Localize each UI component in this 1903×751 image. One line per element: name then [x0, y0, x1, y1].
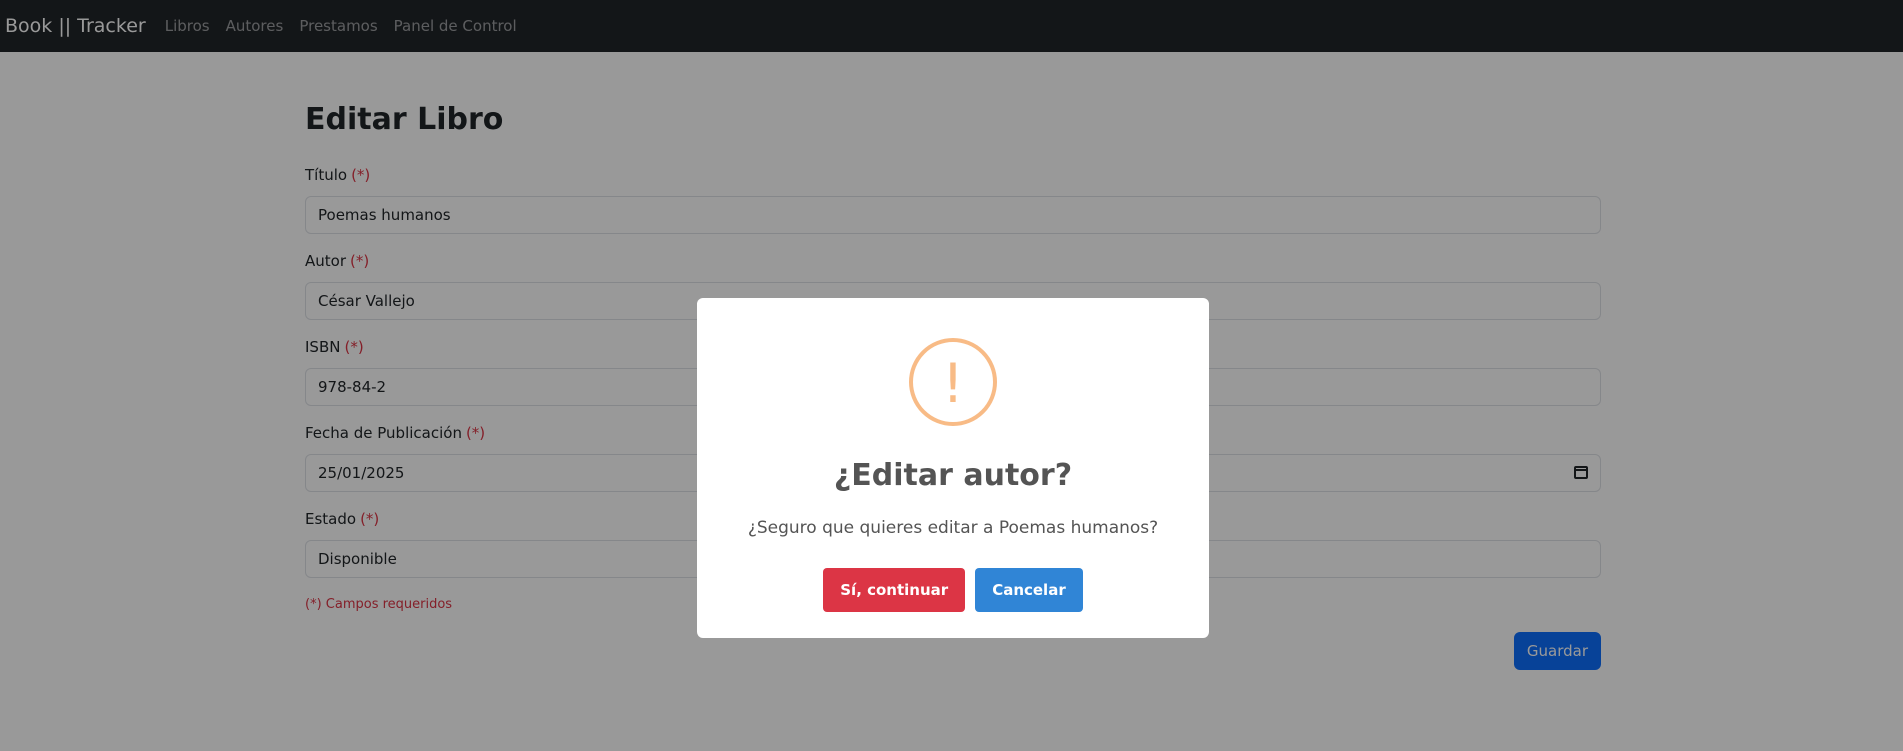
- app-page: Book || Tracker Libros Autores Prestamos…: [0, 0, 1903, 751]
- confirm-button[interactable]: Sí, continuar: [823, 568, 966, 612]
- warning-icon: !: [909, 338, 997, 426]
- warning-icon-glyph: !: [942, 352, 964, 415]
- dialog-actions: Sí, continuar Cancelar: [697, 568, 1209, 612]
- dialog-text: ¿Seguro que quieres editar a Poemas huma…: [747, 518, 1159, 538]
- confirm-dialog: ! ¿Editar autor? ¿Seguro que quieres edi…: [697, 298, 1209, 638]
- cancel-button[interactable]: Cancelar: [975, 568, 1083, 612]
- dialog-title: ¿Editar autor?: [833, 458, 1073, 493]
